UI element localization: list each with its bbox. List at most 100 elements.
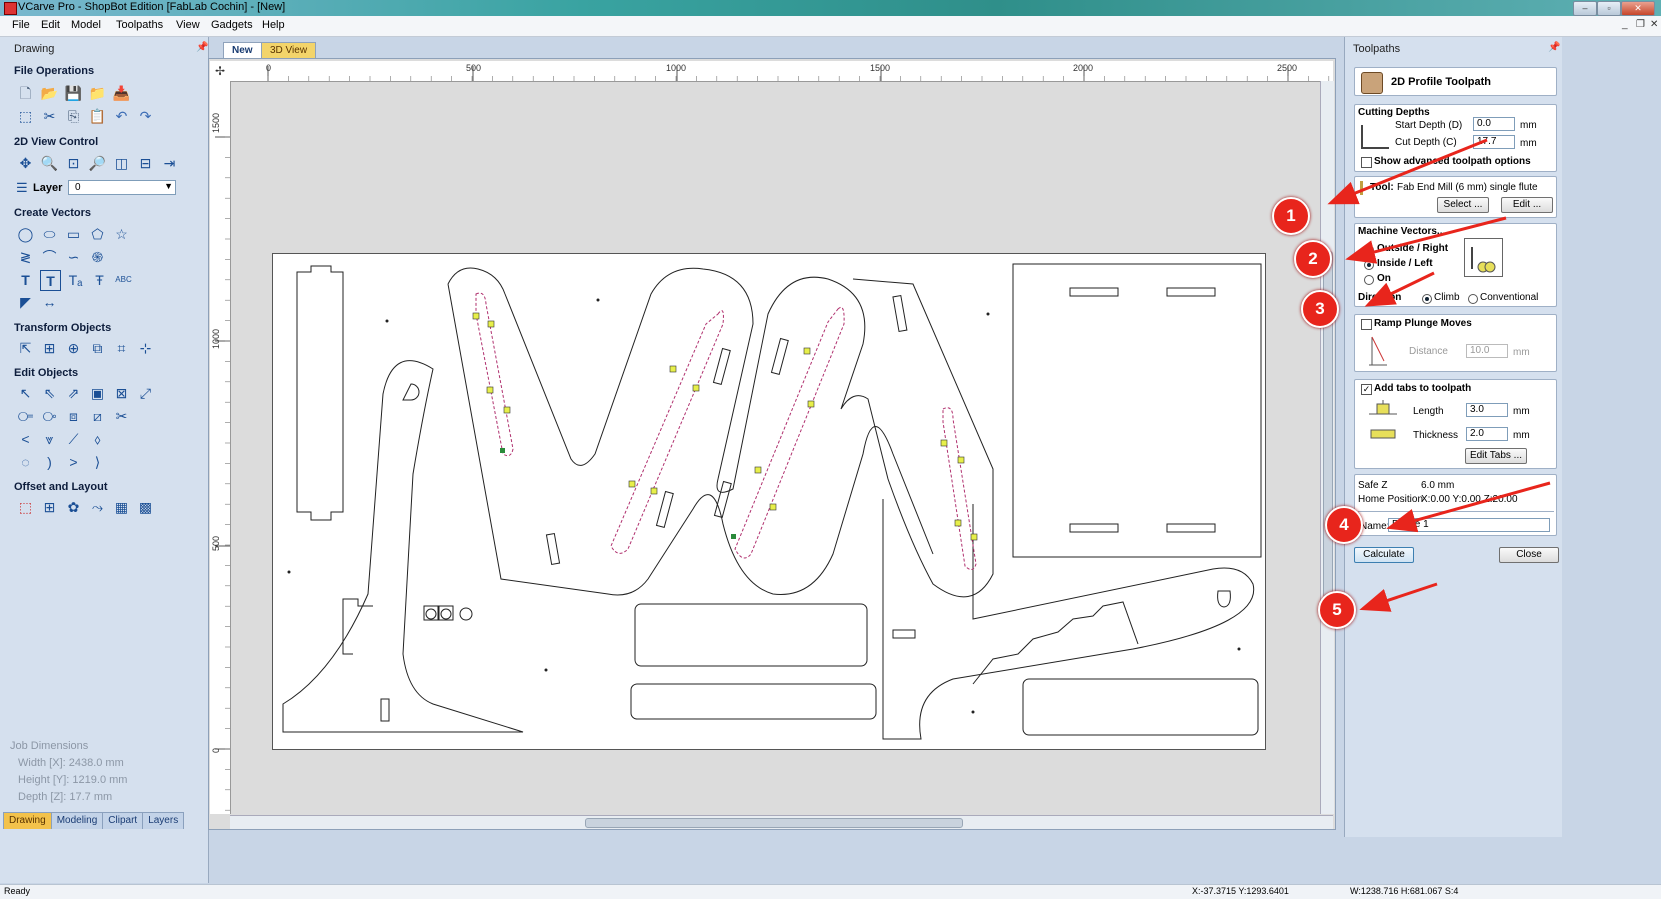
zoom-selection-icon[interactable]: 🔎 <box>88 153 107 172</box>
calculate-button[interactable]: Calculate <box>1354 547 1414 563</box>
menu-help[interactable]: Help <box>262 19 285 31</box>
curve-icon[interactable]: ∽ <box>64 247 83 266</box>
menu-view[interactable]: View <box>176 19 200 31</box>
horizontal-view-icon[interactable]: ⊟ <box>136 153 155 172</box>
copy-along-vector-icon[interactable]: ⤳ <box>88 497 107 516</box>
view-toggle-icon[interactable]: ⇥ <box>160 153 179 172</box>
scissors-icon[interactable]: ✂ <box>112 406 131 425</box>
dimension-icon[interactable]: ◤ <box>16 292 35 311</box>
layer-select[interactable]: 0 ▼ <box>68 180 176 195</box>
menu-edit[interactable]: Edit <box>41 19 60 31</box>
chamfer-icon[interactable]: ⩔ <box>40 429 59 448</box>
toolpath-name-input[interactable]: Profile 1 <box>1388 518 1550 532</box>
group-icon[interactable]: ▣ <box>88 383 107 402</box>
save-icon[interactable]: 💾 <box>64 83 83 102</box>
menu-file[interactable]: File <box>12 19 30 31</box>
star-icon[interactable]: ☆ <box>112 224 131 243</box>
trim-icon[interactable]: ⧄ <box>88 406 107 425</box>
minimize-button[interactable]: – <box>1573 1 1597 16</box>
mirror-icon[interactable]: ⧉ <box>88 338 107 357</box>
extend-icon[interactable]: ⟋ <box>64 429 83 448</box>
advanced-options-checkbox[interactable] <box>1361 157 1372 168</box>
tab-length-input[interactable]: 3.0 <box>1466 403 1508 417</box>
zoom-icon[interactable]: 🔍 <box>40 153 59 172</box>
node-edit-icon[interactable]: ⇖ <box>40 383 59 402</box>
material-sheet[interactable] <box>272 253 1266 750</box>
subtract-icon[interactable]: ⧂ <box>40 406 59 425</box>
tool-edit-button[interactable]: Edit ... <box>1501 197 1553 213</box>
bezier-icon[interactable]: ) <box>40 452 59 471</box>
close-window-button[interactable]: ✕ <box>1621 1 1655 16</box>
line-fit-icon[interactable]: ⟩ <box>88 452 107 471</box>
close-button[interactable]: Close <box>1499 547 1559 563</box>
climb-radio[interactable] <box>1422 294 1432 304</box>
circle-icon[interactable]: ◯ <box>16 224 35 243</box>
ungroup-icon[interactable]: ⊠ <box>112 383 131 402</box>
text-frame-icon[interactable]: T <box>40 270 61 291</box>
outside-right-radio[interactable] <box>1364 245 1374 255</box>
circular-array-icon[interactable]: ✿ <box>64 497 83 516</box>
tab-thickness-input[interactable]: 2.0 <box>1466 427 1508 441</box>
mdi-close-icon[interactable]: ✕ <box>1650 19 1658 30</box>
polyline-icon[interactable]: ≷ <box>16 247 35 266</box>
select-all-icon[interactable]: ⬚ <box>16 106 35 125</box>
undo-icon[interactable]: ↶ <box>112 106 131 125</box>
paste-icon[interactable]: 📋 <box>88 106 107 125</box>
ramp-checkbox[interactable] <box>1361 319 1372 330</box>
set-size-icon[interactable]: ⊞ <box>40 338 59 357</box>
split-view-icon[interactable]: ◫ <box>112 153 131 172</box>
smooth-icon[interactable]: ◌ <box>16 452 35 471</box>
weld-icon[interactable]: ⧃ <box>16 406 35 425</box>
arc-fit-icon[interactable]: > <box>64 452 83 471</box>
tab-layers[interactable]: Layers <box>142 812 185 829</box>
chevron-down-icon[interactable]: ▼ <box>164 181 173 191</box>
tool-select-button[interactable]: Select ... <box>1437 197 1489 213</box>
nest-icon[interactable]: ▦ <box>112 497 131 516</box>
spiral-icon[interactable]: ֍ <box>88 247 107 266</box>
maximize-button[interactable]: ▫ <box>1597 1 1621 16</box>
open-folder-icon[interactable]: 📁 <box>88 83 107 102</box>
add-tabs-checkbox[interactable]: ✓ <box>1361 384 1372 395</box>
mdi-minimize-icon[interactable]: _ <box>1622 19 1628 30</box>
spelling-icon[interactable]: ABC <box>114 270 133 289</box>
conventional-radio[interactable] <box>1468 294 1478 304</box>
ellipse-icon[interactable]: ⬭ <box>40 224 59 243</box>
inside-left-radio[interactable] <box>1364 260 1374 270</box>
text-icon[interactable]: T <box>16 270 35 289</box>
on-radio[interactable] <box>1364 275 1374 285</box>
import-icon[interactable]: 📥 <box>112 83 131 102</box>
rectangle-icon[interactable]: ▭ <box>64 224 83 243</box>
array-icon[interactable]: ⊞ <box>40 497 59 516</box>
menu-toolpaths[interactable]: Toolpaths <box>116 19 163 31</box>
center-icon[interactable]: ⊹ <box>136 338 155 357</box>
open-file-icon[interactable]: 📂 <box>40 83 59 102</box>
nesting-layout-icon[interactable]: ▩ <box>136 497 155 516</box>
copy-icon[interactable]: ⎘ <box>64 106 83 125</box>
measure-icon[interactable]: ↔ <box>40 292 59 311</box>
horizontal-scrollbar[interactable] <box>230 815 1333 829</box>
horizontal-scroll-thumb[interactable] <box>585 818 963 828</box>
pan-icon[interactable]: ✥ <box>16 153 35 172</box>
mdi-restore-icon[interactable]: ❐ <box>1636 19 1645 30</box>
ruler-origin-icon[interactable]: ✢ <box>210 61 231 82</box>
zoom-extents-icon[interactable]: ⊡ <box>64 153 83 172</box>
edit-tabs-button[interactable]: Edit Tabs ... <box>1465 448 1527 464</box>
ramp-distance-input[interactable]: 10.0 <box>1466 344 1508 358</box>
arc-icon[interactable]: ⌒ <box>40 247 59 266</box>
start-depth-input[interactable]: 0.0 <box>1473 117 1515 131</box>
select-icon[interactable]: ↖ <box>16 383 35 402</box>
menu-model[interactable]: Model <box>71 19 101 31</box>
align-icon[interactable]: ⊕ <box>64 338 83 357</box>
interactive-select-icon[interactable]: ⇗ <box>64 383 83 402</box>
text-on-curve-icon[interactable]: Tₐ <box>66 270 85 289</box>
new-file-icon[interactable]: 🗋 <box>16 83 35 102</box>
redo-icon[interactable]: ↷ <box>136 106 155 125</box>
pin-icon[interactable]: 📌 <box>1548 42 1560 53</box>
tab-modeling[interactable]: Modeling <box>50 812 104 829</box>
join-icon[interactable]: ⤢ <box>136 383 155 402</box>
close-vector-icon[interactable]: ⬨ <box>88 429 107 448</box>
distort-icon[interactable]: ⌗ <box>112 338 131 357</box>
tab-clipart[interactable]: Clipart <box>102 812 144 829</box>
tab-drawing[interactable]: Drawing <box>3 812 52 829</box>
auto-layout-text-icon[interactable]: Ŧ <box>90 270 109 289</box>
